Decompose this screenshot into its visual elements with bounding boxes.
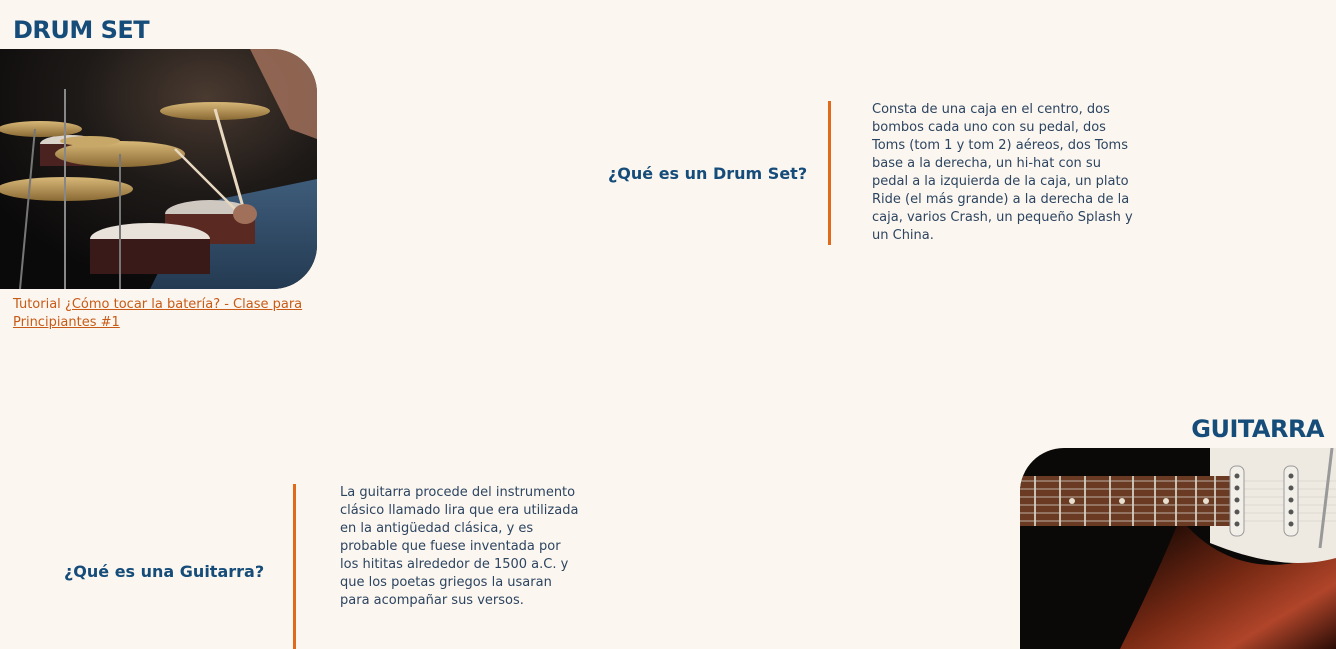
guitar-illustration — [1020, 448, 1336, 649]
page: DRUM SET Tutorial ¿Cómo tocar la batería… — [0, 0, 1336, 649]
drum-kit-illustration — [0, 49, 317, 289]
tutorial-prefix: Tutorial — [13, 297, 65, 312]
guitar-question: ¿Qué es una Guitarra? — [64, 562, 265, 581]
guitar-description: La guitarra procede del instrumento clás… — [340, 485, 579, 608]
guitar-title: GUITARRA — [1191, 415, 1324, 443]
guitar-divider — [293, 484, 296, 649]
drum-tutorial-caption: Tutorial ¿Cómo tocar la batería? - Clase… — [13, 296, 313, 332]
guitar-image — [1020, 448, 1336, 649]
drum-set-question: ¿Qué es un Drum Set? — [608, 164, 808, 183]
drum-set-divider — [828, 101, 831, 245]
drum-set-description: Consta de una caja en el centro, dos bom… — [872, 102, 1133, 243]
drum-set-image — [0, 49, 317, 289]
drum-set-title: DRUM SET — [13, 16, 150, 44]
